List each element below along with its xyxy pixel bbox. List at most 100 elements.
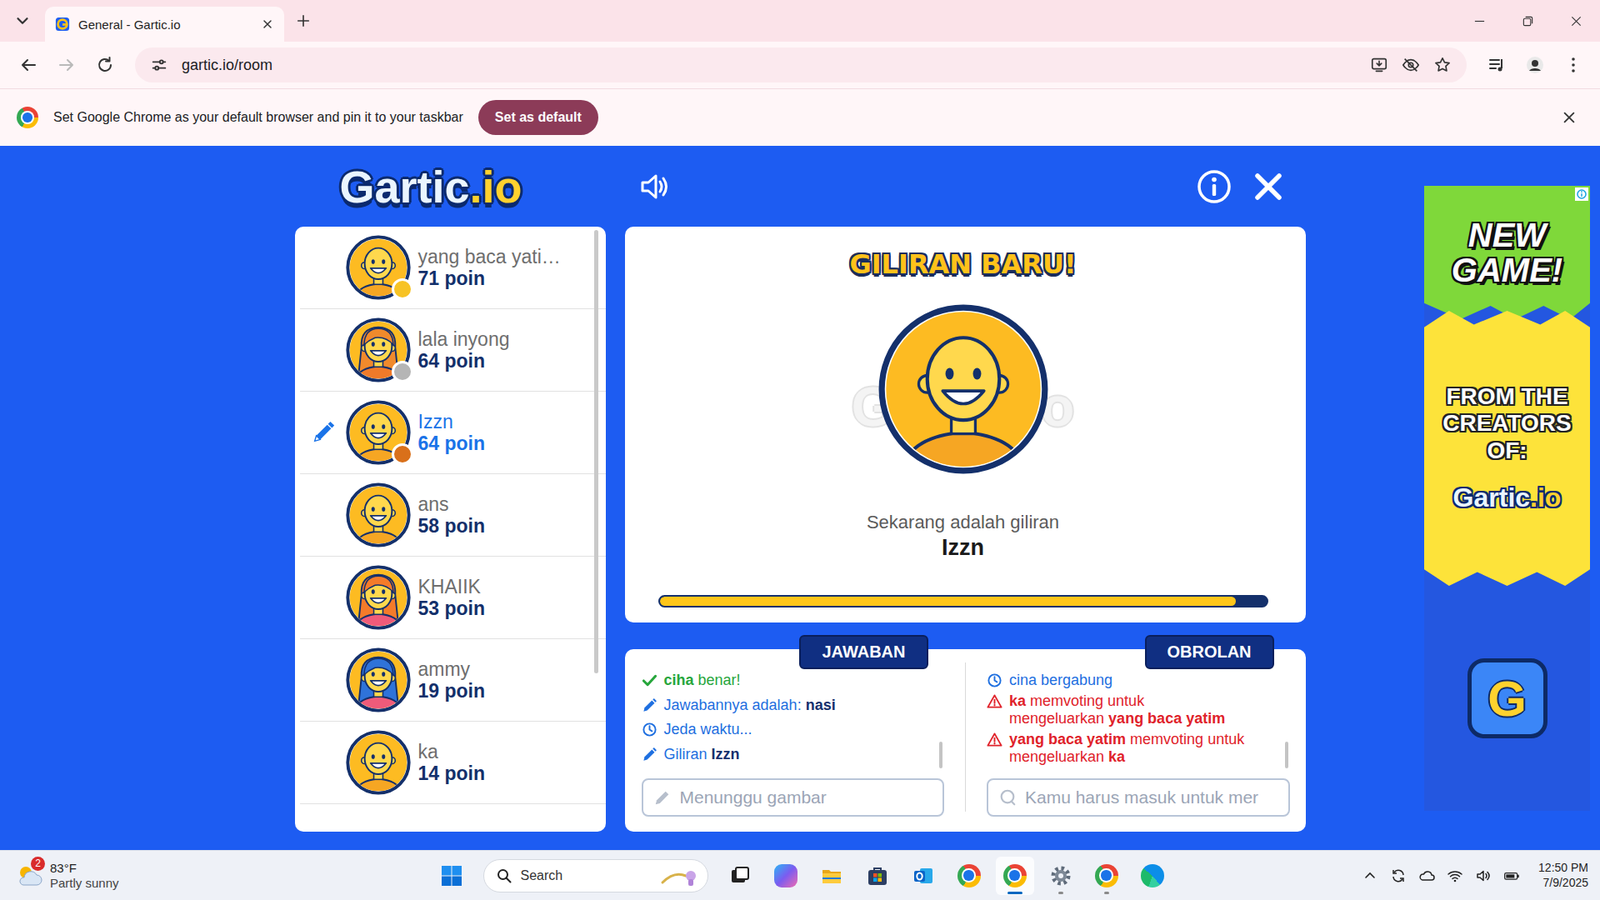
game-column: Gartic.io yang baca yati…71 poin lala inyo… [295,145,1306,850]
player-status-dot [391,278,414,300]
chat-entry: kamemvoting untuk mengeluarkanyang baca … [986,692,1280,729]
media-controls-icon[interactable] [1481,55,1512,75]
set-default-button[interactable]: Set as default [478,100,599,135]
turn-player-name: Izzn [941,535,985,561]
gartic-logo[interactable]: Gartic.io [340,160,607,213]
show-hidden-icons-chevron-icon[interactable] [1361,867,1379,885]
player-points: 53 poin [418,597,586,620]
chat-scrollbar[interactable] [1285,741,1289,769]
ad-subline: FROM THE CREATORS OF: [1434,383,1580,465]
edge-icon [1140,864,1165,888]
player-status-dot [391,360,414,383]
install-app-icon[interactable] [1370,55,1389,75]
player-row[interactable]: KHAIIK53 poin [300,556,606,640]
wifi-icon[interactable] [1446,867,1464,885]
reload-icon[interactable] [90,55,120,75]
tab-search-chevron-icon[interactable] [13,11,32,30]
exit-room-icon[interactable] [1250,168,1287,205]
sound-speaker-icon[interactable] [637,170,671,204]
weather-widget[interactable]: 283°FPartly sunny [15,860,433,891]
chrome-icon [1003,864,1027,888]
taskbar-app[interactable] [1087,856,1126,895]
chat-input[interactable]: Kamu harus masuk untuk mer [986,778,1290,817]
game-panels: yang baca yati…71 poin lala inyong64 poin… [295,226,1306,832]
taskbar-app[interactable] [950,856,989,895]
default-browser-infobar: Set Google Chrome as your default browse… [0,88,1600,146]
browser-toolbar: gartic.io/room [0,41,1600,89]
running-indicator [1058,891,1064,895]
advertisement[interactable]: NEW GAME!FROM THE CREATORS OF:Gartic.ioG [1424,185,1590,811]
ad-burst: FROM THE CREATORS OF: Gartic.io [1424,310,1590,586]
player-avatar [345,400,411,465]
taskbar-app[interactable] [766,856,805,895]
taskbar: 283°FPartly sunny Search 12:50 PM7/9/2025 [0,850,1600,900]
infobar-message: Set Google Chrome as your default browse… [53,110,464,125]
taskbar-app[interactable] [812,856,851,895]
bookmark-star-icon[interactable] [1433,55,1452,75]
answer-input[interactable]: Menunggu gambar [641,778,945,817]
chat-log: cina bergabungkamemvoting untuk mengelua… [986,669,1290,770]
player-row[interactable]: lala inyong64 poin [300,309,606,392]
battery-icon[interactable] [1503,867,1520,885]
restore-button[interactable] [1503,0,1552,42]
player-row[interactable]: ammy19 poin [300,639,606,722]
player-row[interactable]: ans58 poin [300,474,606,557]
search-placeholder: Search [520,868,564,884]
pencil-icon [641,746,658,763]
close-tab-icon[interactable] [260,17,275,31]
answers-tab[interactable]: JAWABAN [799,635,929,670]
chrome-icon [957,864,981,888]
player-row[interactable]: ka14 poin [300,721,606,805]
site-settings-icon[interactable] [150,55,169,75]
player-list-scrollbar[interactable] [594,230,599,674]
taskbar-app[interactable] [1133,856,1172,895]
eye-off-icon[interactable] [1401,55,1420,75]
volume-icon[interactable] [1475,867,1492,885]
player-points: 14 poin [418,762,586,785]
clock-icon [641,721,658,738]
chat-tab[interactable]: OBROLAN [1145,635,1275,670]
answers-log: cihabenar!Jawabannya adalah:nasiJeda wak… [641,669,945,770]
start-button[interactable] [432,856,471,895]
taskbar-app[interactable] [720,856,760,895]
close-window-button[interactable] [1551,0,1600,42]
taskbar-app[interactable] [858,856,897,895]
address-bar[interactable]: gartic.io/room [135,47,1467,83]
sync-icon[interactable] [1390,867,1407,885]
ad-app-area: G [1424,585,1590,811]
minimize-button[interactable] [1455,0,1504,42]
onedrive-cloud-icon[interactable] [1418,867,1435,885]
address-text: gartic.io/room [181,56,273,75]
copilot-icon [774,864,798,888]
player-info: ka14 poin [418,740,586,785]
back-arrow-icon[interactable] [13,55,44,75]
taskbar-app[interactable] [1041,856,1080,895]
ad-gartic-logo: Gartic.io [1453,482,1562,514]
search-highlight-icon [659,864,700,888]
player-row[interactable]: Izzn64 poin [300,391,606,475]
close-infobar-icon[interactable] [1561,110,1577,125]
info-icon[interactable] [1195,168,1233,205]
turn-timer-fill [660,596,1237,606]
adchoices-icon[interactable] [1575,187,1589,201]
running-indicator [1104,891,1110,895]
clock[interactable]: 12:50 PM7/9/2025 [1538,860,1589,890]
search-icon [495,867,513,885]
taskbar-apps: Search [432,856,1172,895]
browser-tab[interactable]: General - Gartic.io [45,6,285,42]
profile-avatar-icon[interactable] [1520,55,1550,75]
settings-gear-icon [1049,864,1073,888]
taskbar-app[interactable] [995,856,1035,895]
player-info: yang baca yati…71 poin [418,245,586,290]
taskbar-app[interactable] [904,856,943,895]
menu-kebab-icon[interactable] [1558,55,1589,75]
player-row[interactable]: yang baca yati…71 poin [300,226,606,310]
taskbar-search[interactable]: Search [483,859,709,893]
weather-badge: 2 [30,856,45,871]
restore-icon [1521,15,1535,28]
new-tab-icon[interactable] [295,13,311,29]
answers-scrollbar[interactable] [939,741,943,769]
forward-arrow-icon[interactable] [51,55,82,75]
